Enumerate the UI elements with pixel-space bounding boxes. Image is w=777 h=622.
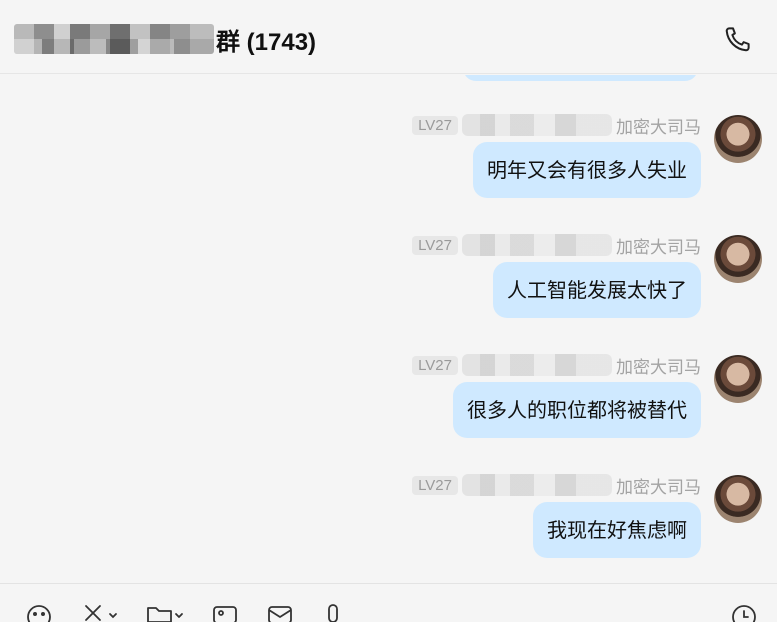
chat-header: 群 (1743) xyxy=(0,0,777,74)
sender-avatar[interactable] xyxy=(714,475,762,523)
sender-name-suffix: 加密大司马 xyxy=(616,477,701,497)
sender-name-suffix: 加密大司马 xyxy=(616,237,701,257)
image-icon[interactable] xyxy=(212,604,238,622)
message-meta: LV27 加密大司马 xyxy=(412,473,701,497)
message-item: LV27 加密大司马 很多人的职位都将被替代 xyxy=(0,353,777,463)
sender-name-suffix: 加密大司马 xyxy=(616,117,701,137)
sender-avatar[interactable] xyxy=(714,235,762,283)
level-badge: LV27 xyxy=(412,115,458,135)
message-meta: LV27 加密大司马 xyxy=(412,113,701,137)
emoji-icon[interactable] xyxy=(26,604,52,622)
folder-icon[interactable] xyxy=(146,604,188,622)
message-bubble[interactable]: 明年又会有很多人失业 xyxy=(473,142,701,198)
message-bubble[interactable]: 我现在好焦虑啊 xyxy=(533,502,701,558)
pixelated-group-name xyxy=(14,24,214,54)
level-badge: LV27 xyxy=(412,355,458,375)
message-meta: LV27 加密大司马 xyxy=(412,233,701,257)
microphone-icon[interactable] xyxy=(323,604,343,622)
level-badge: LV27 xyxy=(412,475,458,495)
scissors-icon[interactable] xyxy=(82,604,122,622)
group-title: 群 (1743) xyxy=(14,22,316,56)
phone-call-icon[interactable] xyxy=(723,24,753,54)
message-item: LV27 加密大司马 人工智能发展太快了 xyxy=(0,233,777,343)
group-title-text: 群 (1743) xyxy=(216,28,317,56)
blurred-sender-name xyxy=(462,114,612,136)
message-list[interactable]: LV27 加密大司马 明年又会有很多人失业 LV27 加密大司马 人工智能发展太… xyxy=(0,75,777,583)
message-item: LV27 加密大司马 我现在好焦虑啊 xyxy=(0,473,777,583)
message-bubble[interactable]: 很多人的职位都将被替代 xyxy=(453,382,701,438)
sender-name-suffix: 加密大司马 xyxy=(616,357,701,377)
input-toolbar xyxy=(0,583,777,622)
blurred-sender-name xyxy=(462,474,612,496)
level-badge: LV27 xyxy=(412,235,458,255)
blurred-sender-name xyxy=(462,354,612,376)
clock-icon[interactable] xyxy=(731,604,757,622)
previous-message-bubble xyxy=(463,75,698,81)
message-bubble[interactable]: 人工智能发展太快了 xyxy=(493,262,701,318)
blurred-sender-name xyxy=(462,234,612,256)
message-item: LV27 加密大司马 明年又会有很多人失业 xyxy=(0,113,777,223)
message-meta: LV27 加密大司马 xyxy=(412,353,701,377)
sender-avatar[interactable] xyxy=(714,115,762,163)
sender-avatar[interactable] xyxy=(714,355,762,403)
mailbox-icon[interactable] xyxy=(267,604,293,622)
